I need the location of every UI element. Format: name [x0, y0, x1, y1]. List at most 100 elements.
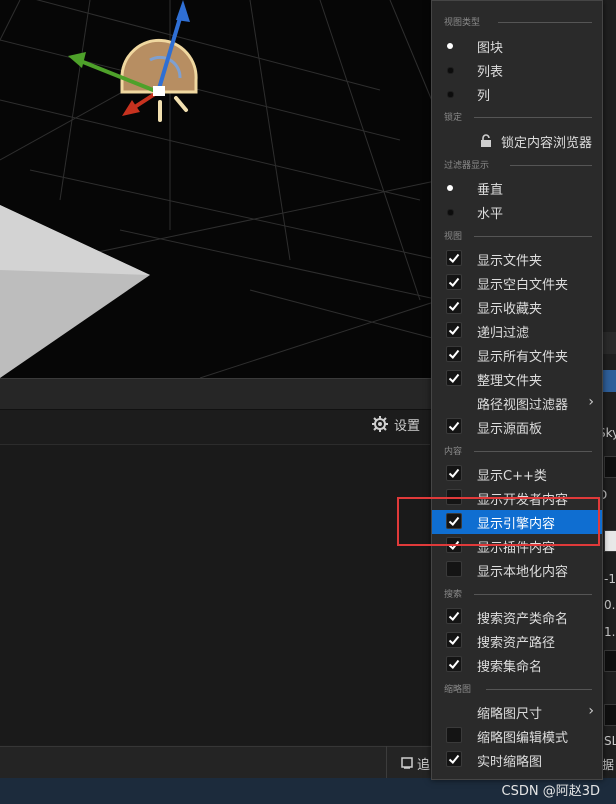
checkbox-checked-icon[interactable]	[446, 751, 462, 767]
menu-item-20[interactable]: 搜索资产路径	[432, 629, 602, 653]
menu-section-divider	[474, 594, 592, 595]
ju-label: 据	[602, 758, 615, 772]
menu-item-3[interactable]: 锁定内容浏览器	[432, 129, 602, 153]
menu-item-23[interactable]: 缩略图编辑模式	[432, 724, 602, 748]
menu-item-11[interactable]: 整理文件夹	[432, 367, 602, 391]
track-label: 追	[417, 757, 431, 773]
menu-section-6: 缩略图	[432, 681, 602, 697]
settings-button[interactable]: 设置	[372, 414, 420, 434]
menu-item-label: 搜索集命名	[477, 660, 543, 675]
menu-item-label: 显示文件夹	[477, 254, 543, 269]
menu-section-divider	[510, 165, 592, 166]
menu-item-14[interactable]: 显示C++类	[432, 462, 602, 486]
menu-item-12[interactable]: 路径视图过滤器 ›	[432, 391, 602, 415]
menu-section-divider	[474, 451, 592, 452]
menu-item-label: 垂直	[477, 183, 504, 198]
menu-section-label: 锁定	[444, 113, 463, 123]
menu-section-label: 过滤器显示	[444, 161, 490, 171]
checkbox-checked-icon[interactable]	[446, 322, 462, 338]
checkbox-checked-icon[interactable]	[446, 370, 462, 386]
checkbox-checked-icon[interactable]	[446, 298, 462, 314]
menu-item-0[interactable]: 图块	[432, 34, 602, 58]
menu-item-13[interactable]: 显示源面板	[432, 415, 602, 439]
menu-item-label: 列表	[477, 65, 504, 80]
color-swatch[interactable]	[604, 530, 616, 552]
details-field-3[interactable]	[604, 704, 616, 726]
menu-item-label: 搜索资产路径	[477, 636, 556, 651]
menu-item-2[interactable]: 列	[432, 82, 602, 106]
chevron-right-icon: ›	[588, 703, 594, 719]
menu-item-label: 显示所有文件夹	[477, 350, 569, 365]
checkbox-checked-icon[interactable]	[446, 418, 462, 434]
checkbox-checked-icon[interactable]	[446, 608, 462, 624]
menu-section-label: 内容	[444, 447, 463, 457]
sl-label: SL	[604, 734, 616, 748]
menu-section-label: 缩略图	[444, 685, 472, 695]
menu-section-divider	[486, 689, 592, 690]
menu-section-3: 视图	[432, 228, 602, 244]
menu-item-label: 显示本地化内容	[477, 565, 569, 580]
watermark: CSDN @阿赵3D	[501, 784, 600, 799]
menu-item-label: 水平	[477, 207, 504, 222]
chevron-right-icon: ›	[588, 394, 594, 410]
gear-icon	[372, 416, 388, 432]
menu-item-21[interactable]: 搜索集命名	[432, 653, 602, 677]
radio-selected-icon[interactable]	[447, 185, 453, 191]
radio-selected-icon[interactable]	[447, 43, 453, 49]
menu-item-18[interactable]: 显示本地化内容	[432, 558, 602, 582]
menu-item-9[interactable]: 递归过滤	[432, 319, 602, 343]
value-3: 1.0	[604, 625, 616, 639]
menu-section-1: 锁定	[432, 109, 602, 125]
menu-item-4[interactable]: 垂直	[432, 176, 602, 200]
menu-section-divider	[474, 236, 592, 237]
checkbox-checked-icon[interactable]	[446, 346, 462, 362]
checkbox-checked-icon[interactable]	[446, 632, 462, 648]
menu-item-1[interactable]: 列表	[432, 58, 602, 82]
menu-item-22[interactable]: 缩略图尺寸 ›	[432, 700, 602, 724]
menu-item-label: 实时缩略图	[477, 755, 543, 770]
menu-item-6[interactable]: 显示文件夹	[432, 247, 602, 271]
menu-section-label: 视图	[444, 232, 463, 242]
checkbox-unchecked-icon[interactable]	[446, 727, 462, 743]
menu-item-label: 递归过滤	[477, 326, 530, 341]
menu-item-10[interactable]: 显示所有文件夹	[432, 343, 602, 367]
checkbox-unchecked-icon[interactable]	[446, 561, 462, 577]
lock-icon	[479, 134, 493, 148]
menu-item-5[interactable]: 水平	[432, 200, 602, 224]
details-field-1[interactable]	[604, 456, 616, 478]
menu-section-5: 搜索	[432, 586, 602, 602]
details-field-2[interactable]	[604, 650, 616, 672]
highlight-box	[397, 497, 600, 546]
menu-section-0: 视图类型	[432, 14, 602, 30]
menu-item-label: 显示C++类	[477, 469, 547, 484]
radio-unselected-icon[interactable]	[447, 91, 454, 98]
menu-item-label: 搜索资产类命名	[477, 612, 569, 627]
menu-item-19[interactable]: 搜索资产类命名	[432, 605, 602, 629]
menu-item-label: 整理文件夹	[477, 374, 543, 389]
checkbox-checked-icon[interactable]	[446, 274, 462, 290]
radio-unselected-icon[interactable]	[447, 209, 454, 216]
menu-item-24[interactable]: 实时缩略图	[432, 748, 602, 772]
checkbox-checked-icon[interactable]	[446, 250, 462, 266]
menu-item-8[interactable]: 显示收藏夹	[432, 295, 602, 319]
view-options-menu: 视图类型锁定过滤器显示视图内容搜索缩略图 图块列表列锁定内容浏览器垂直水平显示文件…	[431, 0, 603, 780]
track-icon	[401, 757, 413, 769]
menu-item-label: 显示空白文件夹	[477, 278, 569, 293]
checkbox-checked-icon[interactable]	[446, 465, 462, 481]
asset-view[interactable]	[0, 444, 430, 745]
checkbox-checked-icon[interactable]	[446, 656, 462, 672]
menu-section-label: 视图类型	[444, 18, 481, 28]
menu-section-2: 过滤器显示	[432, 157, 602, 173]
menu-section-4: 内容	[432, 443, 602, 459]
menu-item-label: 图块	[477, 41, 504, 56]
menu-section-label: 搜索	[444, 590, 463, 600]
value-1: -1	[604, 572, 616, 586]
menu-item-7[interactable]: 显示空白文件夹	[432, 271, 602, 295]
menu-section-divider	[498, 22, 592, 23]
value-2: 0.0	[604, 598, 616, 612]
settings-label: 设置	[394, 418, 421, 434]
radio-unselected-icon[interactable]	[447, 67, 454, 74]
menu-item-label: 缩略图尺寸	[477, 707, 543, 722]
menu-item-label: 列	[477, 89, 491, 104]
menu-item-label: 显示源面板	[477, 422, 543, 437]
